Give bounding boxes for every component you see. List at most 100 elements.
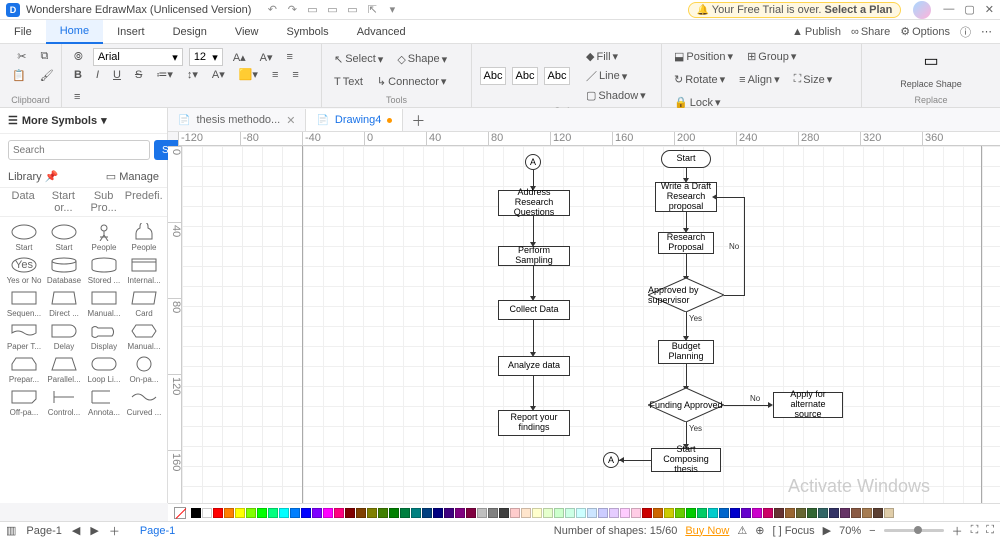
color-swatch[interactable]	[664, 508, 674, 518]
color-swatch[interactable]	[323, 508, 333, 518]
color-swatch[interactable]	[818, 508, 828, 518]
color-swatch[interactable]	[301, 508, 311, 518]
color-swatch[interactable]	[466, 508, 476, 518]
color-swatch[interactable]	[587, 508, 597, 518]
node-write-draft[interactable]: Write a Draft Research proposal	[655, 182, 717, 212]
menu-insert[interactable]: Insert	[103, 20, 159, 44]
font-name-select[interactable]: Arial ▾	[93, 48, 183, 66]
more-icon[interactable]: ⋯	[981, 24, 992, 40]
share-button[interactable]: ∞ Share	[851, 24, 890, 40]
color-swatch[interactable]	[631, 508, 641, 518]
align-right-icon[interactable]: ≡	[70, 89, 84, 105]
color-swatch[interactable]	[609, 508, 619, 518]
no-fill-icon[interactable]	[174, 507, 186, 519]
zoom-slider[interactable]	[884, 529, 944, 532]
node-report-findings[interactable]: Report your findings	[498, 410, 570, 436]
shape-item[interactable]: Annota...	[84, 386, 124, 419]
color-swatch[interactable]	[796, 508, 806, 518]
color-swatch[interactable]	[202, 508, 212, 518]
color-swatch[interactable]	[246, 508, 256, 518]
align-center-icon[interactable]: ≡	[288, 67, 302, 83]
doc-tab-1[interactable]: 📄 thesis methodo...✕	[168, 109, 306, 131]
node-alternate-source[interactable]: Apply for alternate source	[773, 392, 843, 418]
font-size-select[interactable]: 12 ▾	[189, 48, 223, 66]
page-indicator[interactable]: Page-1	[26, 525, 61, 537]
doc-tab-2[interactable]: 📄 Drawing4	[306, 109, 403, 131]
color-swatch[interactable]	[235, 508, 245, 518]
shape-item[interactable]: People	[84, 221, 124, 254]
zoom-out-button[interactable]: −	[869, 525, 875, 537]
shape-item[interactable]: Off-pa...	[4, 386, 44, 419]
color-swatch[interactable]	[741, 508, 751, 518]
help-icon[interactable]: ⓘ	[960, 24, 971, 40]
align-dropdown[interactable]: ≡ Align▾	[735, 71, 783, 88]
replace-shape-button[interactable]: Replace Shape	[896, 77, 966, 91]
rotate-dropdown[interactable]: ↻ Rotate▾	[670, 71, 729, 88]
style-preset-1[interactable]: Abc	[480, 67, 506, 85]
export-icon[interactable]: ⇱	[365, 3, 379, 17]
color-swatch[interactable]	[719, 508, 729, 518]
buy-now-link[interactable]: Buy Now	[685, 525, 729, 537]
color-swatch[interactable]	[290, 508, 300, 518]
shape-item[interactable]: Manual...	[124, 320, 164, 353]
color-swatch[interactable]	[807, 508, 817, 518]
shape-item[interactable]: Curved ...	[124, 386, 164, 419]
bold-button[interactable]: B	[70, 67, 86, 83]
color-swatch[interactable]	[334, 508, 344, 518]
shape-item[interactable]: Prepar...	[4, 353, 44, 386]
shape-tool[interactable]: ◇ Shape ▾	[393, 51, 451, 68]
shape-item[interactable]: Control...	[44, 386, 84, 419]
color-swatch[interactable]	[499, 508, 509, 518]
color-swatch[interactable]	[411, 508, 421, 518]
cat-start[interactable]: Start or...	[44, 190, 82, 214]
spacing-icon[interactable]: ↕▾	[183, 66, 202, 83]
minimize-button[interactable]: —	[943, 3, 954, 16]
zoom-level[interactable]: 70%	[839, 525, 861, 537]
shape-item[interactable]: YesYes or No	[4, 254, 44, 287]
cat-predefined[interactable]: Predefi...	[125, 190, 163, 214]
window-icon[interactable]: ▭	[305, 3, 319, 17]
menu-home[interactable]: Home	[46, 20, 103, 44]
fit-page-icon[interactable]: ⛶	[971, 524, 979, 537]
align-left-icon[interactable]: ≡	[268, 67, 282, 83]
color-swatch[interactable]	[367, 508, 377, 518]
color-swatch[interactable]	[785, 508, 795, 518]
color-swatch[interactable]	[268, 508, 278, 518]
menu-design[interactable]: Design	[159, 20, 221, 44]
menu-symbols[interactable]: Symbols	[273, 20, 343, 44]
group-dropdown[interactable]: ⊞ Group▾	[743, 48, 800, 65]
color-swatch[interactable]	[389, 508, 399, 518]
node-start[interactable]: Start	[661, 150, 711, 168]
node-start-composing[interactable]: Start Composing thesis	[651, 448, 721, 472]
color-swatch[interactable]	[554, 508, 564, 518]
more-icon[interactable]: ▾	[385, 3, 399, 17]
symbol-search-input[interactable]	[8, 140, 150, 160]
color-swatch[interactable]	[763, 508, 773, 518]
shape-item[interactable]: Card	[124, 287, 164, 320]
color-swatch[interactable]	[620, 508, 630, 518]
color-swatch[interactable]	[312, 508, 322, 518]
canvas[interactable]: A Address Research Questions Perform Sam…	[182, 146, 1000, 503]
color-swatch[interactable]	[675, 508, 685, 518]
shape-item[interactable]: Direct ...	[44, 287, 84, 320]
style-preset-3[interactable]: Abc	[544, 67, 570, 85]
font-picker-icon[interactable]: ⦾	[70, 49, 87, 66]
color-swatch[interactable]	[576, 508, 586, 518]
color-swatch[interactable]	[191, 508, 201, 518]
shape-item[interactable]: Delay	[44, 320, 84, 353]
color-swatch[interactable]	[455, 508, 465, 518]
underline-button[interactable]: U	[109, 67, 125, 83]
menu-view[interactable]: View	[221, 20, 273, 44]
color-swatch[interactable]	[378, 508, 388, 518]
color-swatch[interactable]	[708, 508, 718, 518]
decrease-font-icon[interactable]: A▾	[256, 49, 277, 66]
save-icon[interactable]: ▭	[325, 3, 339, 17]
color-swatch[interactable]	[224, 508, 234, 518]
color-swatch[interactable]	[840, 508, 850, 518]
shape-item[interactable]: Start	[4, 221, 44, 254]
shape-item[interactable]: Internal...	[124, 254, 164, 287]
color-swatch[interactable]	[598, 508, 608, 518]
cut-icon[interactable]: ✂	[13, 48, 30, 65]
redo-icon[interactable]: ↷	[285, 3, 299, 17]
color-swatch[interactable]	[730, 508, 740, 518]
